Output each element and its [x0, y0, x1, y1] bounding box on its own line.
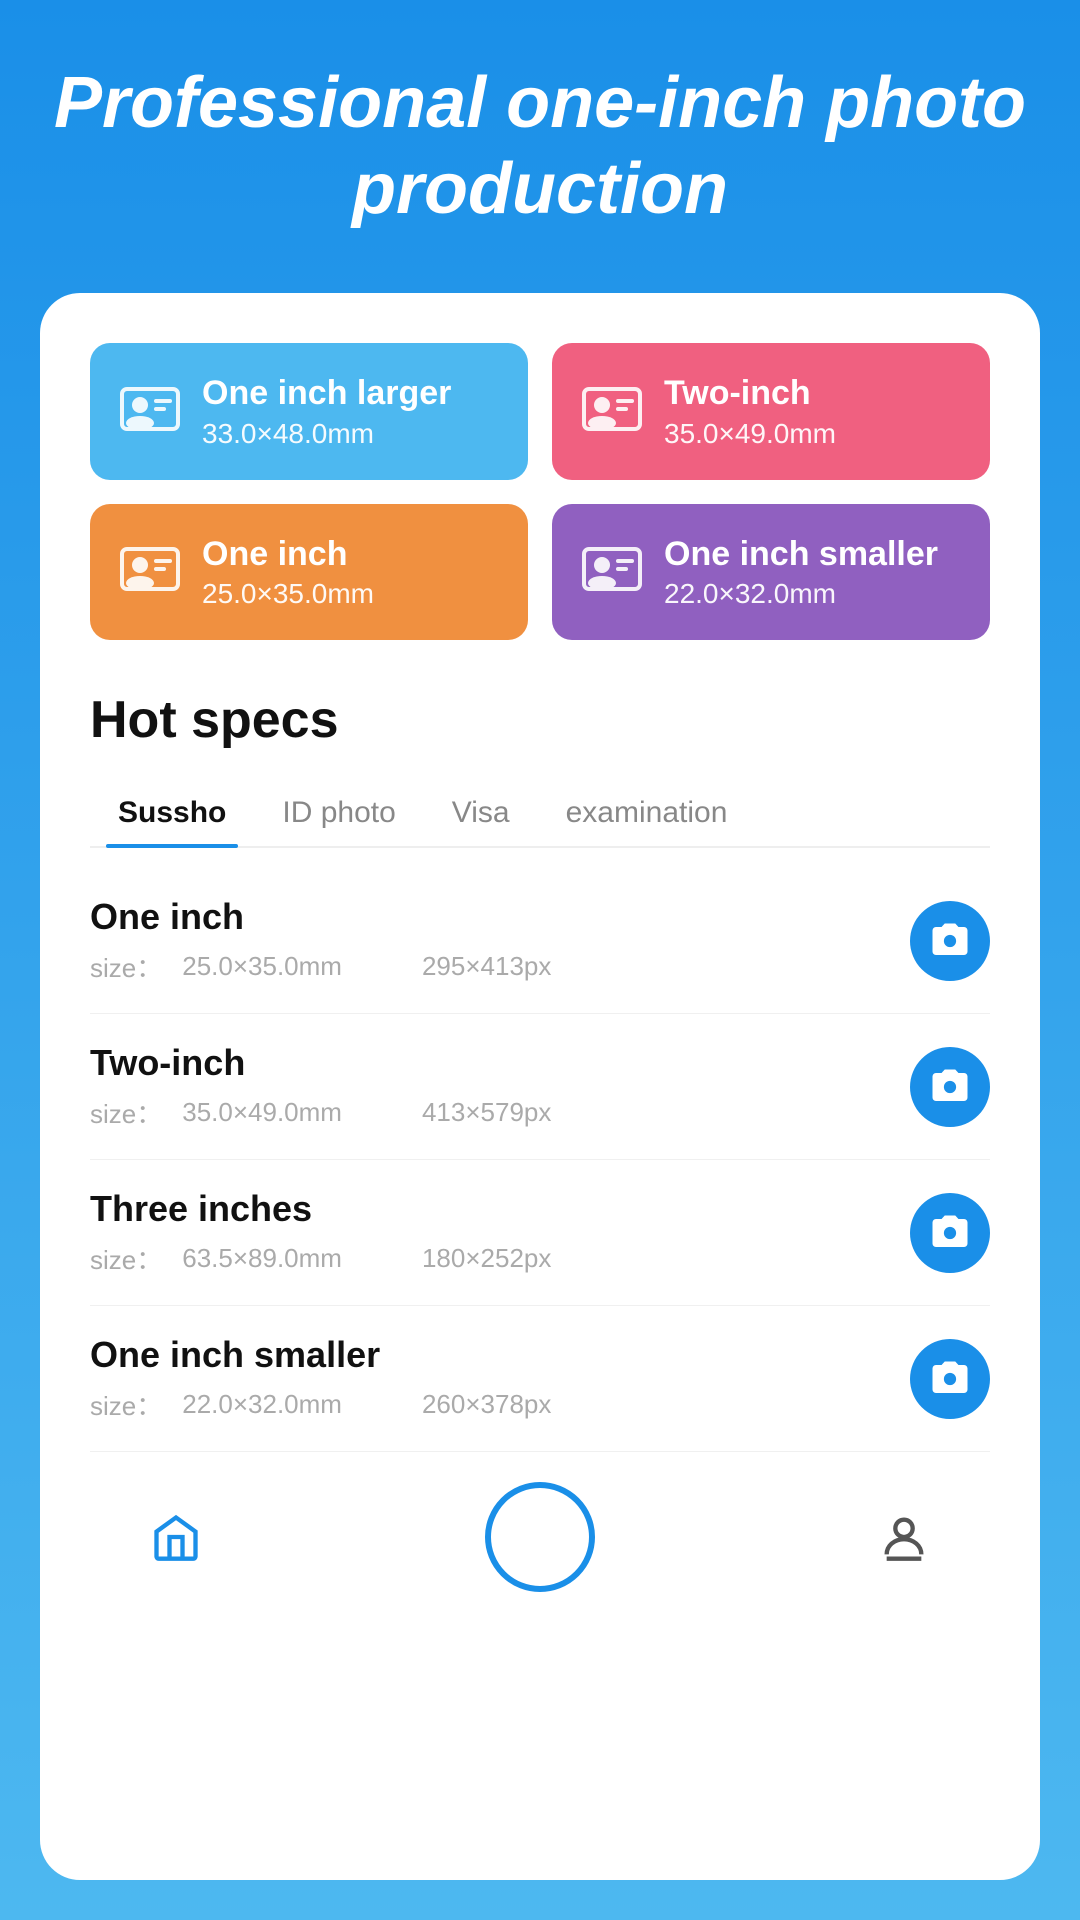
spec-name: One inch	[90, 896, 910, 938]
spec-size-label: size：	[90, 1094, 162, 1131]
hot-specs-title: Hot specs	[90, 690, 990, 750]
spec-details: size： 35.0×49.0mm 413×579px	[90, 1094, 910, 1131]
tab-bar: Sussho ID photo Visa examination	[90, 780, 990, 848]
photo-card-title: Two-inch	[664, 373, 836, 414]
spec-name: Two-inch	[90, 1042, 910, 1084]
spec-mm: 35.0×49.0mm	[182, 1097, 342, 1128]
spec-item-one-inch: One inch size： 25.0×35.0mm 295×413px	[90, 868, 990, 1014]
camera-button-one-inch[interactable]	[910, 901, 990, 981]
photo-card-size: 35.0×49.0mm	[664, 418, 836, 450]
spec-px: 180×252px	[422, 1243, 551, 1274]
photo-card-title: One inch	[202, 534, 374, 575]
center-capture-button[interactable]	[485, 1482, 595, 1592]
bottom-nav	[90, 1462, 990, 1602]
photo-card-text-one-inch-smaller: One inch smaller 22.0×32.0mm	[664, 534, 938, 611]
profile-nav-button[interactable]	[878, 1511, 930, 1563]
tab-id-photo[interactable]: ID photo	[254, 780, 423, 846]
spec-name: One inch smaller	[90, 1334, 910, 1376]
spec-item-three-inches: Three inches size： 63.5×89.0mm 180×252px	[90, 1160, 990, 1306]
photo-card-text-one-inch: One inch 25.0×35.0mm	[202, 534, 374, 611]
spec-px: 413×579px	[422, 1097, 551, 1128]
spec-item-two-inch: Two-inch size： 35.0×49.0mm 413×579px	[90, 1014, 990, 1160]
spec-name: Three inches	[90, 1188, 910, 1230]
photo-card-one-inch-smaller[interactable]: One inch smaller 22.0×32.0mm	[552, 504, 990, 641]
spec-mm: 63.5×89.0mm	[182, 1243, 342, 1274]
camera-button-three-inches[interactable]	[910, 1193, 990, 1273]
id-card-icon-purple	[580, 537, 644, 606]
spec-px: 295×413px	[422, 951, 551, 982]
photo-card-size: 33.0×48.0mm	[202, 418, 451, 450]
spec-mm: 22.0×32.0mm	[182, 1389, 342, 1420]
tab-visa[interactable]: Visa	[424, 780, 538, 846]
tab-sussho[interactable]: Sussho	[90, 780, 254, 846]
home-nav-button[interactable]	[150, 1511, 202, 1563]
spec-size-label: size：	[90, 1240, 162, 1277]
photo-card-size: 25.0×35.0mm	[202, 578, 374, 610]
spec-size-label: size：	[90, 1386, 162, 1423]
spec-details: size： 25.0×35.0mm 295×413px	[90, 948, 910, 985]
photo-card-one-inch-larger[interactable]: One inch larger 33.0×48.0mm	[90, 343, 528, 480]
photo-card-one-inch[interactable]: One inch 25.0×35.0mm	[90, 504, 528, 641]
main-card: One inch larger 33.0×48.0mm Two-inch 35.…	[40, 293, 1040, 1880]
id-card-icon-pink	[580, 377, 644, 446]
hero-title: Professional one-inch photo production	[40, 60, 1040, 233]
spec-size-label: size：	[90, 948, 162, 985]
photo-card-title: One inch larger	[202, 373, 451, 414]
photo-card-two-inch[interactable]: Two-inch 35.0×49.0mm	[552, 343, 990, 480]
photo-grid: One inch larger 33.0×48.0mm Two-inch 35.…	[90, 343, 990, 641]
tab-examination[interactable]: examination	[538, 780, 756, 846]
photo-card-title: One inch smaller	[664, 534, 938, 575]
camera-button-one-inch-smaller[interactable]	[910, 1339, 990, 1419]
photo-card-size: 22.0×32.0mm	[664, 578, 938, 610]
photo-card-text-one-inch-larger: One inch larger 33.0×48.0mm	[202, 373, 451, 450]
camera-button-two-inch[interactable]	[910, 1047, 990, 1127]
photo-card-text-two-inch: Two-inch 35.0×49.0mm	[664, 373, 836, 450]
spec-details: size： 63.5×89.0mm 180×252px	[90, 1240, 910, 1277]
spec-details: size： 22.0×32.0mm 260×378px	[90, 1386, 910, 1423]
spec-list: One inch size： 25.0×35.0mm 295×413px Two…	[90, 868, 990, 1452]
id-card-icon-orange	[118, 537, 182, 606]
spec-item-one-inch-smaller: One inch smaller size： 22.0×32.0mm 260×3…	[90, 1306, 990, 1452]
spec-mm: 25.0×35.0mm	[182, 951, 342, 982]
id-card-icon-blue	[118, 377, 182, 446]
spec-px: 260×378px	[422, 1389, 551, 1420]
